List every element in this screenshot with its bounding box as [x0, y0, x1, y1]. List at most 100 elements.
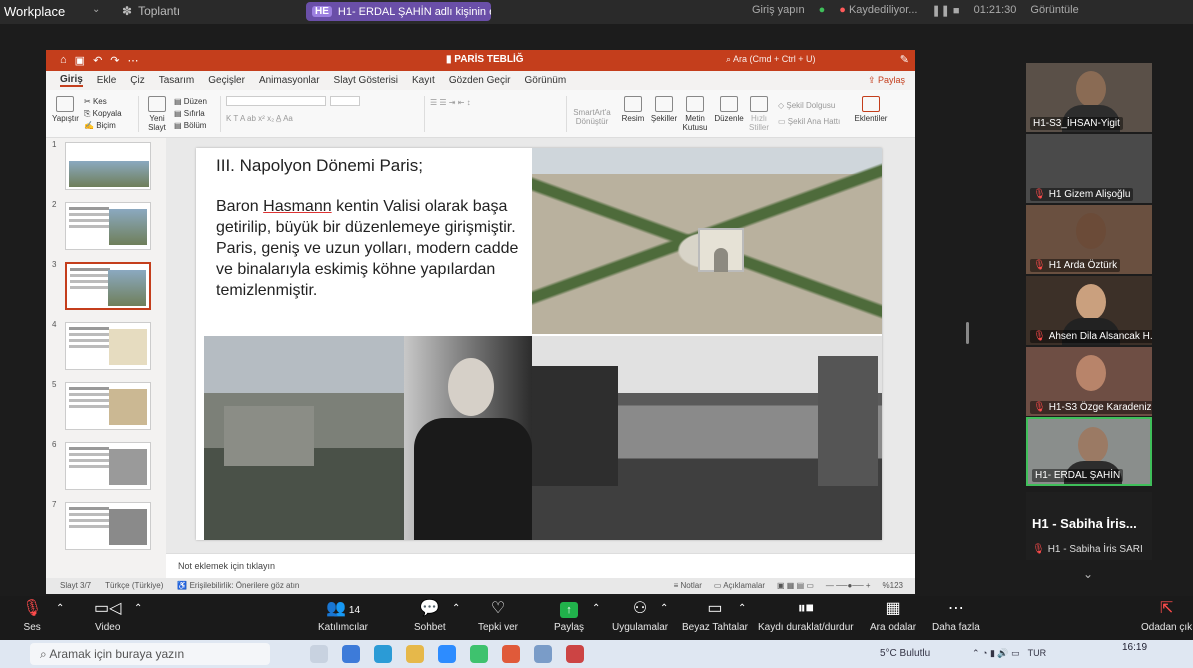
notes-toggle[interactable]: ≡ Notlar [674, 581, 702, 590]
share-screen-button[interactable]: ↑ Paylaş [554, 598, 584, 633]
redo-icon[interactable]: ↷ [110, 54, 119, 67]
copy-button[interactable]: ⎘ Kopyala [84, 108, 122, 120]
paragraph-buttons[interactable]: ☰ ☰ ⇥ ⇤ ↕ [430, 98, 471, 107]
shape-fill-button[interactable]: ◇ Şekil Dolgusu [778, 98, 840, 114]
section-button[interactable]: ▤ Bölüm [174, 120, 207, 132]
breakout-rooms-button[interactable]: ▦ Ara odalar [870, 598, 916, 633]
language-indicator[interactable]: Türkçe (Türkiye) [105, 581, 163, 590]
zoom-slider[interactable]: — ──●── + [826, 581, 871, 590]
shape-outline-button[interactable]: ▭ Şekil Ana Hattı [778, 114, 840, 130]
taskbar-search[interactable]: ⌕ Aramak için buraya yazın [30, 643, 270, 665]
tab-draw[interactable]: Çiz [130, 75, 144, 86]
apps-options-caret[interactable]: ⌃ [660, 598, 668, 622]
participant-tile[interactable]: 🎙 H1 Arda Öztürk [1026, 205, 1152, 274]
thumbnail-slide[interactable]: 2 [46, 200, 166, 252]
view-buttons[interactable]: ▣ ▦ ▤ ▭ [777, 581, 814, 590]
sign-in-link[interactable]: Giriş yapın [752, 4, 805, 17]
haussmann-portrait-photo[interactable] [404, 336, 532, 540]
file-explorer-icon[interactable] [406, 645, 424, 663]
zoom-level[interactable]: %123 [883, 581, 903, 590]
arc-de-triomphe-photo[interactable] [532, 148, 882, 334]
new-slide-button[interactable]: Yeni Slayt [144, 96, 170, 132]
record-controls-button[interactable]: ⏸⏹ Kaydı duraklat/durdur [758, 598, 854, 633]
tray-icons[interactable]: ⌃ ◔ ▮ 🔊 ▭ [972, 648, 1020, 659]
meeting-menu[interactable]: ✽ Toplantı [122, 4, 180, 18]
smartart-button[interactable]: SmartArt'a Dönüştür [572, 108, 612, 126]
zoom-app-icon[interactable] [438, 645, 456, 663]
comments-toggle[interactable]: ▭ Açıklamalar [714, 581, 765, 590]
tab-design[interactable]: Tasarım [159, 75, 195, 86]
pause-stop-icon[interactable]: ❚❚ ■ [931, 4, 959, 17]
quick-styles-button[interactable]: Hızlı Stiller [746, 96, 772, 132]
paste-button[interactable]: Yapıştır [52, 96, 79, 123]
home-icon[interactable]: ⌂ [60, 54, 67, 67]
audio-button[interactable]: 🎙 Ses [22, 598, 42, 633]
font-family-select[interactable] [226, 96, 326, 106]
demolition-photo[interactable] [532, 336, 882, 540]
weather-widget[interactable]: 5°C Bulutlu [880, 648, 930, 659]
font-size-select[interactable] [330, 96, 360, 106]
panel-resize-handle[interactable] [966, 322, 969, 344]
powerpoint-app-icon[interactable] [566, 645, 584, 663]
layout-button[interactable]: ▤ Düzen [174, 96, 207, 108]
reset-button[interactable]: ▤ Sıfırla [174, 108, 207, 120]
pen-icon[interactable]: ✎ [900, 53, 909, 66]
cut-button[interactable]: ✂ Kes [84, 96, 122, 108]
notes-pane[interactable]: Not eklemek için tıklayın [166, 553, 915, 578]
reactions-button[interactable]: ♡ Tepki ver [478, 598, 518, 633]
format-painter-button[interactable]: ✍ Biçim [84, 120, 122, 132]
participant-tile-active-speaker[interactable]: H1- ERDAL ŞAHİN [1026, 417, 1152, 486]
chat-button[interactable]: 💬 Sohbet [414, 598, 446, 633]
participants-button[interactable]: 👥 14 Katılımcılar [318, 598, 368, 633]
edge-icon[interactable] [342, 645, 360, 663]
thumbnail-slide[interactable]: 5 [46, 380, 166, 432]
chrome-icon[interactable] [502, 645, 520, 663]
accessibility-status[interactable]: ♿ Erişilebilirlik: Önerilere göz atın [177, 581, 299, 590]
addins-button[interactable]: Eklentiler [854, 96, 888, 123]
taskbar-clock[interactable]: 16:19 [1122, 642, 1147, 653]
task-view-icon[interactable] [310, 645, 328, 663]
tab-view[interactable]: Görünüm [525, 75, 567, 86]
tab-record[interactable]: Kayıt [412, 75, 435, 86]
participant-tile[interactable]: 🎙 Ahsen Dila Alsancak H... [1026, 276, 1152, 345]
participant-tile[interactable]: 🎙 H1-S3 Özge Karadeniz [1026, 347, 1152, 416]
view-button[interactable]: Görüntüle [1030, 4, 1078, 17]
video-options-caret[interactable]: ⌃ [134, 598, 142, 622]
store-icon[interactable] [374, 645, 392, 663]
tab-home[interactable]: Giriş [60, 74, 83, 87]
share-options-caret[interactable]: ⌃ [592, 598, 600, 622]
tab-review[interactable]: Gözden Geçir [449, 75, 511, 86]
more-button[interactable]: ⋯ Daha fazla [932, 598, 980, 633]
thumbnail-slide[interactable]: 7 [46, 500, 166, 552]
undo-icon[interactable]: ↶ [93, 54, 102, 67]
thumbnail-slide[interactable]: 1 [46, 140, 166, 192]
current-slide[interactable]: III. Napolyon Dönemi Paris; Baron Hasman… [196, 148, 882, 540]
tab-animations[interactable]: Animasyonlar [259, 75, 320, 86]
participant-tile-no-video[interactable]: H1 - Sabiha İris... 🎙 H1 - Sabiha İris SA… [1026, 492, 1152, 560]
chat-options-caret[interactable]: ⌃ [452, 598, 460, 622]
input-language[interactable]: TUR [1028, 648, 1047, 659]
picture-button[interactable]: Resim [620, 96, 646, 123]
audio-options-caret[interactable]: ⌃ [56, 598, 64, 622]
slide-body[interactable]: Baron Hasmann kentin Valisi olarak başa … [216, 196, 526, 301]
participant-tile[interactable]: H1-S3_İHSAN-Yigit [1026, 63, 1152, 132]
tab-transitions[interactable]: Geçişler [208, 75, 245, 86]
share-indicator[interactable]: HE H1- ERDAL ŞAHİN adlı kişinin ek ⋯ [306, 2, 491, 21]
tab-insert[interactable]: Ekle [97, 75, 116, 86]
tab-slideshow[interactable]: Slayt Gösterisi [334, 75, 398, 86]
more-icon[interactable]: ⋯ [128, 54, 139, 67]
app-icon[interactable] [534, 645, 552, 663]
font-format-buttons[interactable]: K T A ab x² x₂ A̲ Aa [226, 114, 293, 123]
whiteboard-options-caret[interactable]: ⌃ [738, 598, 746, 622]
slide-title[interactable]: III. Napolyon Dönemi Paris; [216, 156, 423, 176]
thumbnail-slide-active[interactable]: 3 [46, 260, 166, 312]
leave-button[interactable]: ⇱ Odadan çık [1141, 598, 1192, 633]
whatsapp-icon[interactable] [470, 645, 488, 663]
thumbnail-slide[interactable]: 4 [46, 320, 166, 372]
scroll-down-chevron-icon[interactable]: ⌄ [1083, 567, 1093, 581]
video-button[interactable]: ▭◁ Video [94, 598, 121, 633]
shapes-button[interactable]: Şekiller [650, 96, 678, 123]
chevron-down-icon[interactable]: ⌄ [92, 4, 100, 15]
thumbnail-slide[interactable]: 6 [46, 440, 166, 492]
paris-skyline-photo[interactable] [204, 336, 404, 540]
